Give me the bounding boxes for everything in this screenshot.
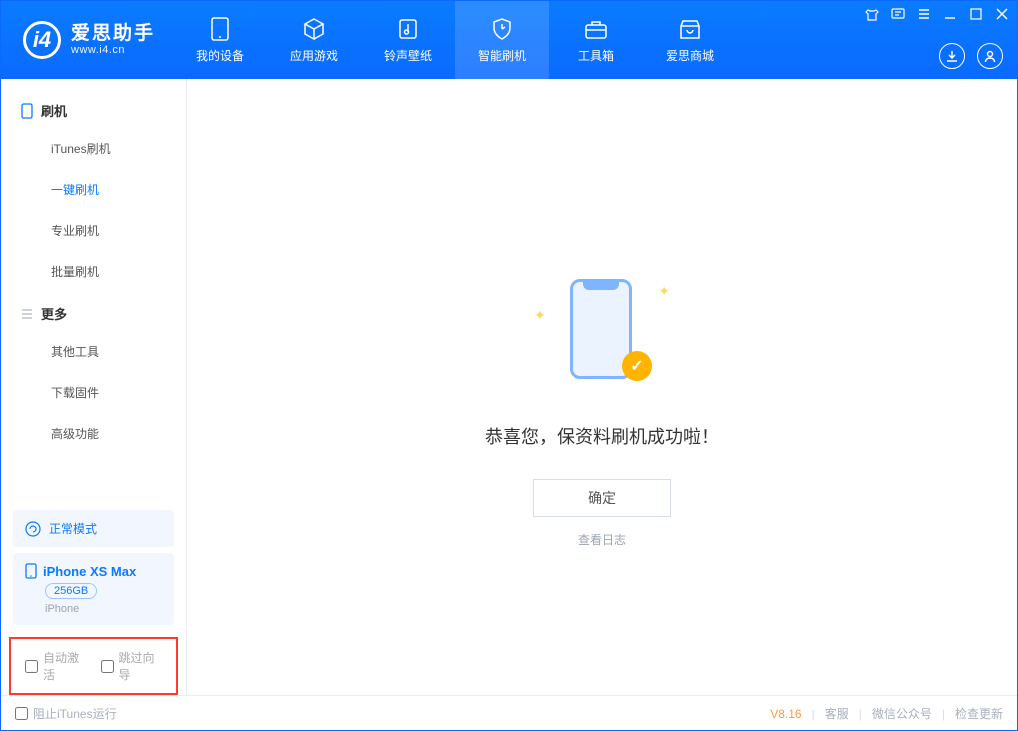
sidebar-item-download-firmware[interactable]: 下载固件 xyxy=(1,372,186,413)
app-domain: www.i4.cn xyxy=(71,44,155,56)
logo-icon: i4 xyxy=(23,21,61,59)
tab-my-device[interactable]: 我的设备 xyxy=(173,1,267,79)
header: i4 爱思助手 www.i4.cn 我的设备 应用游戏 铃声壁纸 智能刷机 工具… xyxy=(1,1,1017,79)
shield-icon xyxy=(490,17,514,41)
main-panel: ✦ ✦ ✓ 恭喜您，保资料刷机成功啦！ 确定 查看日志 xyxy=(187,79,1017,695)
tab-apps-games[interactable]: 应用游戏 xyxy=(267,1,361,79)
mode-label: 正常模式 xyxy=(49,520,97,537)
maximize-icon[interactable] xyxy=(969,7,983,21)
header-right xyxy=(939,43,1003,69)
sidebar: 刷机 iTunes刷机 一键刷机 专业刷机 批量刷机 更多 其他工具 下载固件 … xyxy=(1,79,187,695)
phone-small-icon xyxy=(25,563,37,579)
view-log-link[interactable]: 查看日志 xyxy=(578,531,626,548)
sidebar-item-onekey-flash[interactable]: 一键刷机 xyxy=(1,169,186,210)
device-type: iPhone xyxy=(45,603,162,615)
phone-outline-icon xyxy=(21,103,33,119)
feedback-icon[interactable] xyxy=(891,7,905,21)
success-illustration: ✦ ✦ ✓ xyxy=(558,279,646,387)
tab-flash[interactable]: 智能刷机 xyxy=(455,1,549,79)
device-card[interactable]: iPhone XS Max 256GB iPhone xyxy=(13,553,174,625)
sidebar-item-itunes-flash[interactable]: iTunes刷机 xyxy=(1,128,186,169)
sidebar-group-flash: 刷机 xyxy=(1,89,186,128)
check-icon: ✓ xyxy=(622,351,652,381)
checkbox-block-itunes[interactable]: 阻止iTunes运行 xyxy=(15,705,117,722)
minimize-icon[interactable] xyxy=(943,7,957,21)
link-wechat[interactable]: 微信公众号 xyxy=(872,705,932,722)
menu-icon[interactable] xyxy=(917,7,931,21)
close-icon[interactable] xyxy=(995,7,1009,21)
device-name: iPhone XS Max xyxy=(43,564,136,579)
list-icon xyxy=(21,308,33,320)
tab-ringtones[interactable]: 铃声壁纸 xyxy=(361,1,455,79)
cube-icon xyxy=(302,17,326,41)
refresh-icon xyxy=(25,521,41,537)
sparkle-icon: ✦ xyxy=(658,283,670,300)
ok-button[interactable]: 确定 xyxy=(533,479,671,517)
titlebar-controls xyxy=(865,7,1009,21)
sidebar-item-pro-flash[interactable]: 专业刷机 xyxy=(1,210,186,251)
version-label: V8.16 xyxy=(770,707,801,721)
skin-icon[interactable] xyxy=(865,7,879,21)
tab-toolbox[interactable]: 工具箱 xyxy=(549,1,643,79)
link-check-update[interactable]: 检查更新 xyxy=(955,705,1003,722)
main-tabs: 我的设备 应用游戏 铃声壁纸 智能刷机 工具箱 爱思商城 xyxy=(173,1,737,79)
download-icon[interactable] xyxy=(939,43,965,69)
logo[interactable]: i4 爱思助手 www.i4.cn xyxy=(1,1,173,79)
sidebar-item-batch-flash[interactable]: 批量刷机 xyxy=(1,251,186,292)
content: 刷机 iTunes刷机 一键刷机 专业刷机 批量刷机 更多 其他工具 下载固件 … xyxy=(1,79,1017,695)
music-icon xyxy=(396,17,420,41)
options-row: 自动激活 跳过向导 xyxy=(9,637,178,695)
device-capacity: 256GB xyxy=(45,583,97,599)
toolbox-icon xyxy=(584,17,608,41)
checkbox-auto-activate[interactable]: 自动激活 xyxy=(25,649,87,683)
link-support[interactable]: 客服 xyxy=(825,705,849,722)
sparkle-icon: ✦ xyxy=(534,307,546,324)
tab-store[interactable]: 爱思商城 xyxy=(643,1,737,79)
sidebar-item-other-tools[interactable]: 其他工具 xyxy=(1,331,186,372)
checkbox-skip-guide[interactable]: 跳过向导 xyxy=(101,649,163,683)
user-icon[interactable] xyxy=(977,43,1003,69)
store-icon xyxy=(678,17,702,41)
success-message: 恭喜您，保资料刷机成功啦！ xyxy=(485,423,719,449)
mode-card[interactable]: 正常模式 xyxy=(13,510,174,547)
statusbar: 阻止iTunes运行 V8.16 | 客服 | 微信公众号 | 检查更新 xyxy=(1,695,1017,731)
sidebar-group-more: 更多 xyxy=(1,292,186,331)
sidebar-item-advanced[interactable]: 高级功能 xyxy=(1,413,186,454)
app-name: 爱思助手 xyxy=(71,24,155,45)
device-icon xyxy=(208,17,232,41)
